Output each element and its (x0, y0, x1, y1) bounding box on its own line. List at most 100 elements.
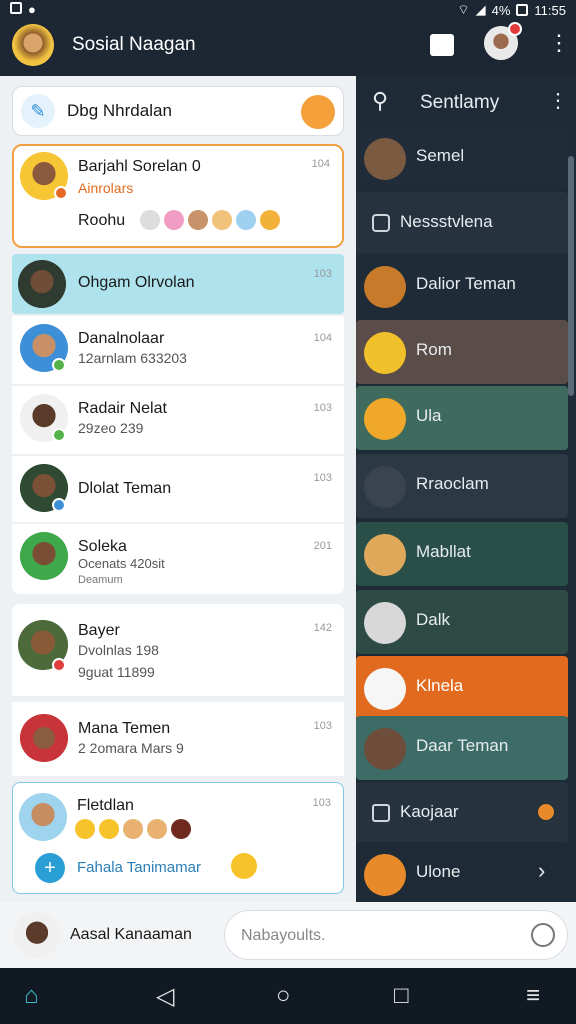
self-avatar[interactable] (14, 912, 60, 958)
side-item-label: Daar Teman (416, 736, 509, 755)
chat-item-3[interactable]: Radair Nelat 29zeo 239 103 (12, 386, 344, 454)
search-bar[interactable]: ✎ Dbg Nhrdalan (12, 86, 344, 136)
profile-avatar[interactable] (12, 24, 54, 66)
side-item-2[interactable]: Dalior Teman (356, 254, 568, 318)
chat-item-0[interactable]: Barjahl Sorelan 0 Ainrolars Roohu 104 (12, 144, 344, 248)
status-time: 11:55 (534, 2, 566, 18)
avatar (18, 260, 66, 308)
chat-preview: Ocenats 420sit (78, 556, 165, 571)
chat-preview: Dvolnlas 198 (78, 642, 159, 658)
notification-dot-icon: ● (28, 2, 36, 17)
action-text[interactable]: Fahala Tanimamar (77, 859, 201, 876)
chat-item-4[interactable]: Dlolat Teman 103 (12, 456, 344, 522)
chevron-right-icon[interactable]: › (538, 858, 545, 884)
chat-name: Ohgam Olrvolan (78, 274, 195, 291)
side-title: Sentlamy (420, 92, 500, 113)
wifi-icon: ⌔ (457, 2, 470, 17)
tag-icon (538, 804, 554, 820)
chat-preview: Ainrolars (78, 180, 134, 196)
home-icon[interactable]: ⌂ (24, 982, 39, 1010)
smile-icon[interactable] (231, 853, 257, 879)
notification-icon (10, 2, 22, 14)
app-bar: Sosial Naagan ⋮ (0, 20, 576, 76)
chat-time: 104 (313, 332, 332, 344)
chat-time: 103 (313, 402, 332, 414)
side-item-label: Nessstvlena (400, 212, 493, 231)
add-icon[interactable]: + (35, 853, 65, 883)
emoji-face-icon[interactable] (301, 95, 335, 129)
side-item-7[interactable]: Dalk (356, 590, 568, 654)
side-item-6[interactable]: Mabllat (356, 522, 568, 586)
avatar (20, 714, 68, 762)
side-item-0[interactable]: Semel (356, 126, 568, 190)
app-screen: ● ⌔ ◢ 4% 11:55 Sosial Naagan ⋮ ✎ Dbg Nhr… (0, 0, 576, 1024)
menu-icon[interactable]: ≡ (526, 982, 540, 1010)
chat-time: 104 (311, 158, 330, 170)
more-vert-icon[interactable]: ⋮ (548, 30, 570, 56)
chat-name: Danalnolaar (78, 330, 165, 347)
mic-icon[interactable] (531, 923, 555, 947)
chat-name: Barjahl Sorelan 0 (78, 158, 201, 175)
back-icon[interactable]: ◁ (156, 982, 174, 1011)
app-title: Sosial Naagan (72, 34, 196, 55)
chat-item-5[interactable]: Soleka Ocenats 420sit Deamum 201 (12, 524, 344, 594)
side-item-label: Dalior Teman (416, 274, 516, 293)
message-input[interactable]: Nabayoults. (224, 910, 568, 960)
chat-name: Bayer (78, 622, 120, 639)
scrollbar[interactable] (568, 156, 574, 396)
chat-time: 103 (312, 797, 331, 809)
chat-item-1[interactable]: Ohgam Olrvolan 103 (12, 254, 344, 314)
chat-item-2[interactable]: Danalnolaar 12arnlam 633203 104 (12, 316, 344, 384)
side-item-5[interactable]: Rraoclam (356, 454, 568, 518)
battery-icon (516, 4, 529, 16)
chat-preview: 29zeo 239 (78, 420, 144, 436)
side-item-label: Semel (416, 146, 465, 165)
reaction-emojis (140, 210, 284, 230)
chat-preview-2: 9guat 11899 (78, 664, 155, 680)
avatar (20, 532, 68, 580)
reaction-emojis (75, 819, 195, 839)
notification-badge (52, 658, 66, 672)
chat-item-7[interactable]: Mana Temen 2 2omara Mars 9 103 (12, 702, 344, 776)
side-item-9[interactable]: Daar Teman (356, 716, 568, 780)
chat-item-6[interactable]: Bayer Dvolnlas 198 9guat 11899 142 (12, 604, 344, 696)
compose-bar: Aasal Kanaaman Nabayoults. (0, 902, 576, 968)
pencil-icon: ✎ (21, 94, 55, 128)
side-panel: ⚲ Sentlamy ⋮ Semel Nessstvlena Dalior Te… (356, 76, 576, 906)
chat-name: Mana Temen (78, 720, 171, 737)
side-item-label: Rraoclam (416, 474, 489, 493)
verified-badge (52, 498, 66, 512)
side-item-label: Dalk (416, 610, 451, 629)
chat-preview: 2 2omara Mars 9 (78, 740, 184, 756)
search-icon[interactable]: ⚲ (372, 88, 388, 114)
chat-item-8[interactable]: Fletdlan 103 + Fahala Tanimamar (12, 782, 344, 894)
status-bar: ● ⌔ ◢ 4% 11:55 (0, 0, 576, 20)
side-item-11[interactable]: Ulone › (356, 842, 568, 906)
chat-preview: 12arnlam 633203 (78, 350, 187, 366)
online-badge (52, 428, 66, 442)
side-item-10[interactable]: Kaojaar (356, 782, 568, 846)
home-circle-icon[interactable]: ○ (276, 982, 291, 1010)
compose-icon[interactable] (430, 34, 454, 56)
side-item-label: Ulone (416, 862, 461, 881)
side-item-label: Mabllat (416, 542, 471, 561)
side-item-8[interactable]: Klnela (356, 656, 568, 720)
nav-bar: ⌂ ◁ ○ □ ≡ (0, 968, 576, 1024)
chat-preview-2: Deamum (78, 574, 123, 586)
chat-list-panel: ✎ Dbg Nhrdalan Barjahl Sorelan 0 Ainrola… (0, 76, 356, 902)
chat-time: 103 (313, 472, 332, 484)
more-vert-icon[interactable]: ⋮ (548, 88, 568, 113)
online-badge (52, 358, 66, 372)
side-item-label: Klnela (416, 676, 464, 695)
side-item-3[interactable]: Rom (356, 320, 568, 384)
recents-icon[interactable]: □ (394, 982, 409, 1010)
side-item-label: Ula (416, 406, 442, 425)
side-item-label: Rom (416, 340, 452, 359)
edit-icon (372, 804, 390, 822)
lock-icon (372, 214, 390, 232)
chat-name: Radair Nelat (78, 400, 167, 417)
side-item-label: Kaojaar (400, 802, 459, 821)
side-item-1[interactable]: Nessstvlena (356, 192, 568, 256)
battery-text: 4% (491, 2, 511, 18)
side-item-4[interactable]: Ula (356, 386, 568, 450)
